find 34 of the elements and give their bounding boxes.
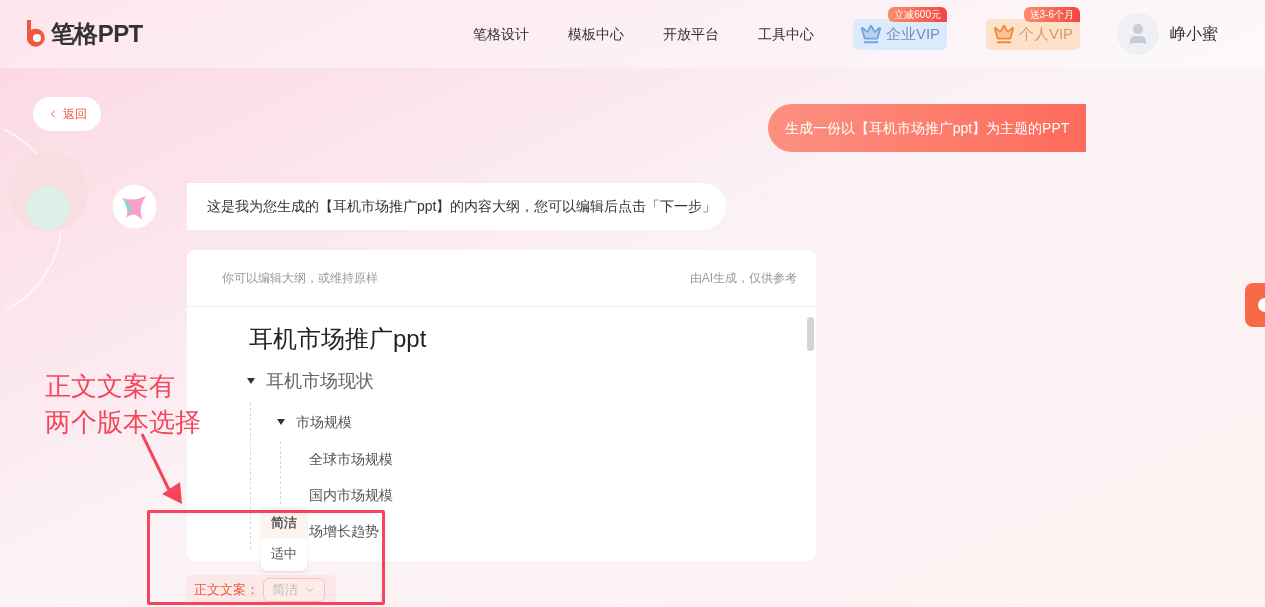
dropdown-option[interactable]: 适中 <box>261 538 307 569</box>
annotation-arrow <box>140 433 182 504</box>
ai-disclaimer: 由AI生成，仅供参考 <box>689 270 797 287</box>
outline-item[interactable]: 市场规模 <box>296 411 352 433</box>
copy-style-label: 正文文案： <box>194 581 259 600</box>
user-name[interactable]: 峥小蜜 <box>1170 22 1218 46</box>
crown-icon <box>859 23 882 45</box>
scrollbar[interactable] <box>807 317 814 351</box>
promo-badge: 送3-6个月 <box>1023 6 1080 22</box>
outline-item[interactable]: 场增长趋势 <box>309 520 379 542</box>
dropdown-option[interactable]: 简洁 <box>261 507 307 538</box>
nav-link[interactable]: 笔格设计 <box>473 23 529 45</box>
outline-item[interactable]: 全球市场规模 <box>309 448 393 470</box>
annotation-text: 正文文案有 <box>45 370 176 403</box>
back-button[interactable]: 返回 <box>33 97 101 131</box>
collapse-triangle-icon[interactable] <box>276 417 286 427</box>
promo-badge: 立减600元 <box>888 6 947 22</box>
annotation-text: 两个版本选择 <box>45 406 201 439</box>
outline-hint: 你可以编辑大纲，或维持原样 <box>222 270 378 287</box>
crown-icon <box>992 23 1015 45</box>
logo-text[interactable]: 笔格PPT <box>51 16 143 52</box>
user-message-bubble: 生成一份以【耳机市场推广ppt】为主题的PPT <box>768 104 1086 152</box>
assistant-message-bubble: 这是我为您生成的【耳机市场推广ppt】的内容大纲，您可以编辑后点击「下一步」 <box>187 183 726 230</box>
assistant-avatar <box>112 184 157 229</box>
nav-link[interactable]: 开放平台 <box>663 23 719 45</box>
nav-link[interactable]: 模板中心 <box>568 23 624 45</box>
outline-item[interactable]: 耳机市场现状 <box>266 367 374 395</box>
outline-title[interactable]: 耳机市场推广ppt <box>249 321 427 357</box>
collapse-triangle-icon[interactable] <box>246 376 256 386</box>
user-avatar[interactable] <box>1117 13 1159 55</box>
nav-link[interactable]: 工具中心 <box>758 23 814 45</box>
outline-item[interactable]: 国内市场规模 <box>309 484 393 506</box>
floating-side-tab[interactable] <box>1245 283 1265 327</box>
logo-icon <box>25 20 47 48</box>
